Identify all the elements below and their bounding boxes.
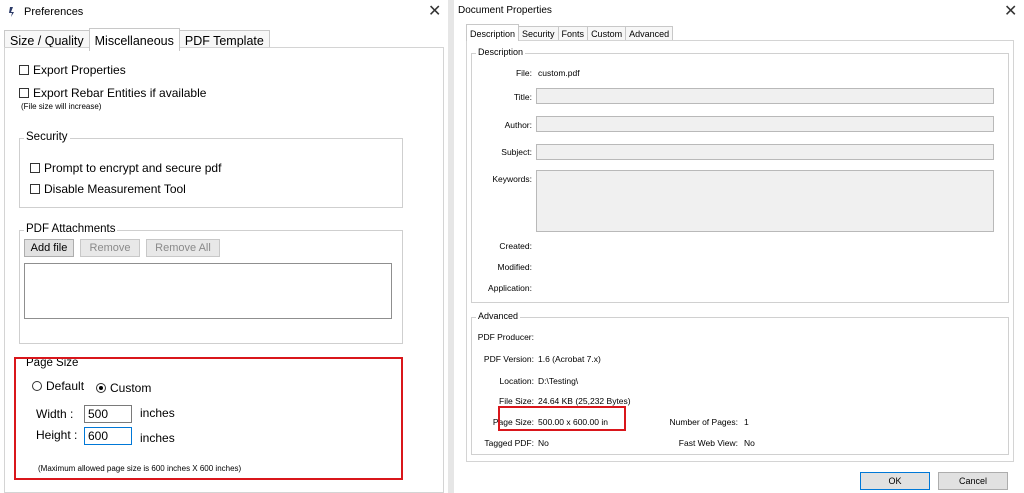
- subject-field[interactable]: [536, 144, 994, 160]
- export-properties-label: Export Properties: [33, 63, 126, 77]
- advanced-group-label: Advanced: [476, 311, 521, 321]
- checkbox-box[interactable]: [30, 184, 40, 194]
- remove-button[interactable]: Remove: [80, 239, 140, 257]
- keywords-field[interactable]: [536, 170, 994, 232]
- author-field[interactable]: [536, 116, 994, 132]
- security-label: Security: [24, 131, 70, 143]
- checkbox-box[interactable]: [19, 88, 29, 98]
- prompt-encrypt-checkbox[interactable]: Prompt to encrypt and secure pdf: [30, 161, 221, 175]
- advanced-group: Advanced PDF Producer: PDF Version: 1.6 …: [471, 311, 1009, 455]
- description-group: Description File: custom.pdf Title: Auth…: [471, 47, 1009, 303]
- location-label: Location:: [499, 376, 535, 386]
- tab-custom[interactable]: Custom: [587, 26, 627, 41]
- attachments-list[interactable]: [24, 263, 392, 319]
- tab-description[interactable]: Description: [466, 24, 520, 41]
- tagged-pdf-value: No: [538, 438, 549, 448]
- page-size-highlight: [498, 406, 626, 431]
- export-rebar-checkbox[interactable]: Export Rebar Entities if available: [19, 86, 206, 100]
- application-label: Application:: [488, 283, 532, 293]
- prompt-encrypt-label: Prompt to encrypt and secure pdf: [44, 161, 222, 175]
- disable-measurement-label: Disable Measurement Tool: [44, 182, 186, 196]
- file-label: File:: [515, 68, 532, 78]
- file-size-label: File Size:: [499, 396, 534, 406]
- checkbox-box[interactable]: [30, 163, 40, 173]
- close-icon[interactable]: ✕: [428, 4, 441, 20]
- cancel-button[interactable]: Cancel: [938, 472, 1008, 490]
- close-icon[interactable]: ✕: [1004, 4, 1017, 20]
- app-logo-icon: [9, 7, 14, 17]
- author-label: Author:: [504, 120, 532, 130]
- window-title: Preferences: [24, 6, 84, 18]
- pdf-attachments-group: PDF Attachments Add file Remove Remove A…: [19, 223, 403, 344]
- file-value: custom.pdf: [538, 68, 580, 78]
- add-file-button[interactable]: Add file: [24, 239, 74, 257]
- export-rebar-label: Export Rebar Entities if available: [33, 86, 207, 100]
- document-properties-window: Document Properties ✕ Description Securi…: [454, 0, 1024, 493]
- disable-measurement-checkbox[interactable]: Disable Measurement Tool: [30, 182, 186, 196]
- file-size-value: 24.64 KB (25,232 Bytes): [538, 396, 631, 406]
- checkbox-box[interactable]: [19, 65, 29, 75]
- preferences-window: Preferences ✕ Size / Quality Miscellaneo…: [0, 0, 448, 493]
- window-title: Document Properties: [458, 5, 552, 16]
- remove-all-button[interactable]: Remove All: [146, 239, 220, 257]
- pdf-producer-label: PDF Producer:: [477, 332, 534, 342]
- created-label: Created:: [499, 241, 532, 251]
- number-of-pages-label: Number of Pages:: [669, 417, 738, 427]
- docprops-tabs: Description Security Fonts Custom Advanc…: [466, 24, 674, 41]
- security-group: Security Prompt to encrypt and secure pd…: [19, 131, 403, 208]
- fast-web-view-value: No: [744, 438, 755, 448]
- modified-label: Modified:: [497, 262, 533, 272]
- keywords-label: Keywords:: [492, 174, 532, 184]
- title-label: Title:: [513, 92, 532, 102]
- fast-web-view-label: Fast Web View:: [678, 438, 738, 448]
- tab-miscellaneous[interactable]: Miscellaneous: [88, 28, 180, 51]
- description-panel: Description File: custom.pdf Title: Auth…: [466, 40, 1014, 462]
- pdf-version-label: PDF Version:: [483, 354, 534, 364]
- tab-fonts[interactable]: Fonts: [557, 26, 589, 41]
- description-group-label: Description: [476, 47, 526, 57]
- pdf-attachments-label: PDF Attachments: [24, 223, 118, 235]
- page-size-highlight: [14, 357, 403, 480]
- tab-advanced[interactable]: Advanced: [625, 26, 674, 41]
- export-properties-checkbox[interactable]: Export Properties: [19, 63, 126, 77]
- ok-button[interactable]: OK: [860, 472, 930, 490]
- file-size-note: (File size will increase): [21, 102, 102, 111]
- number-of-pages-value: 1: [744, 417, 749, 427]
- location-value: D:\Testing\: [538, 376, 579, 386]
- pdf-version-value: 1.6 (Acrobat 7.x): [538, 354, 601, 364]
- tagged-pdf-label: Tagged PDF:: [484, 438, 534, 448]
- title-field[interactable]: [536, 88, 994, 104]
- tab-security[interactable]: Security: [518, 26, 559, 41]
- subject-label: Subject:: [501, 147, 532, 157]
